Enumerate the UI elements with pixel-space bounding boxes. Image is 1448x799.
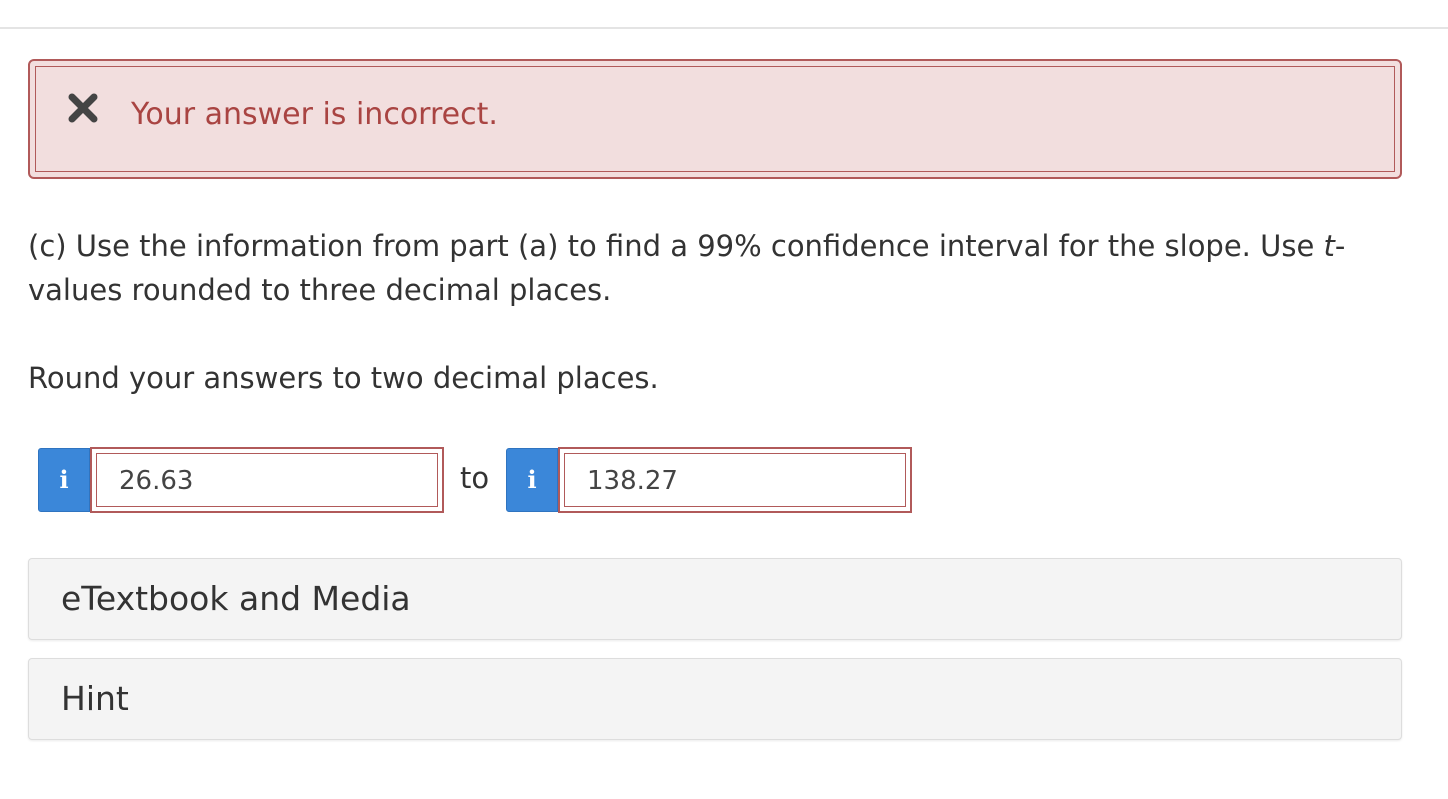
rounding-instruction: Round your answers to two decimal places… — [28, 361, 659, 395]
upper-bound-value[interactable]: 138.27 — [564, 453, 906, 507]
hint-panel[interactable]: Hint — [28, 658, 1402, 740]
interval-separator: to — [460, 461, 490, 495]
close-icon — [68, 93, 98, 123]
incorrect-answer-alert: Your answer is incorrect. — [28, 59, 1402, 179]
question-text-start: (c) Use the information from part (a) to… — [28, 229, 1324, 263]
question-text: (c) Use the information from part (a) to… — [28, 224, 1408, 312]
etextbook-media-label: eTextbook and Media — [61, 579, 411, 618]
upper-bound-info-button[interactable]: i — [506, 448, 558, 512]
etextbook-media-panel[interactable]: eTextbook and Media — [28, 558, 1402, 640]
question-italic-term: t — [1323, 229, 1335, 263]
top-divider — [0, 27, 1448, 29]
lower-bound-value[interactable]: 26.63 — [96, 453, 438, 507]
upper-bound-input[interactable]: 138.27 — [558, 447, 912, 513]
lower-bound-input[interactable]: 26.63 — [90, 447, 444, 513]
hint-label: Hint — [61, 679, 129, 718]
alert-message: Your answer is incorrect. — [131, 97, 498, 132]
lower-bound-info-button[interactable]: i — [38, 448, 90, 512]
